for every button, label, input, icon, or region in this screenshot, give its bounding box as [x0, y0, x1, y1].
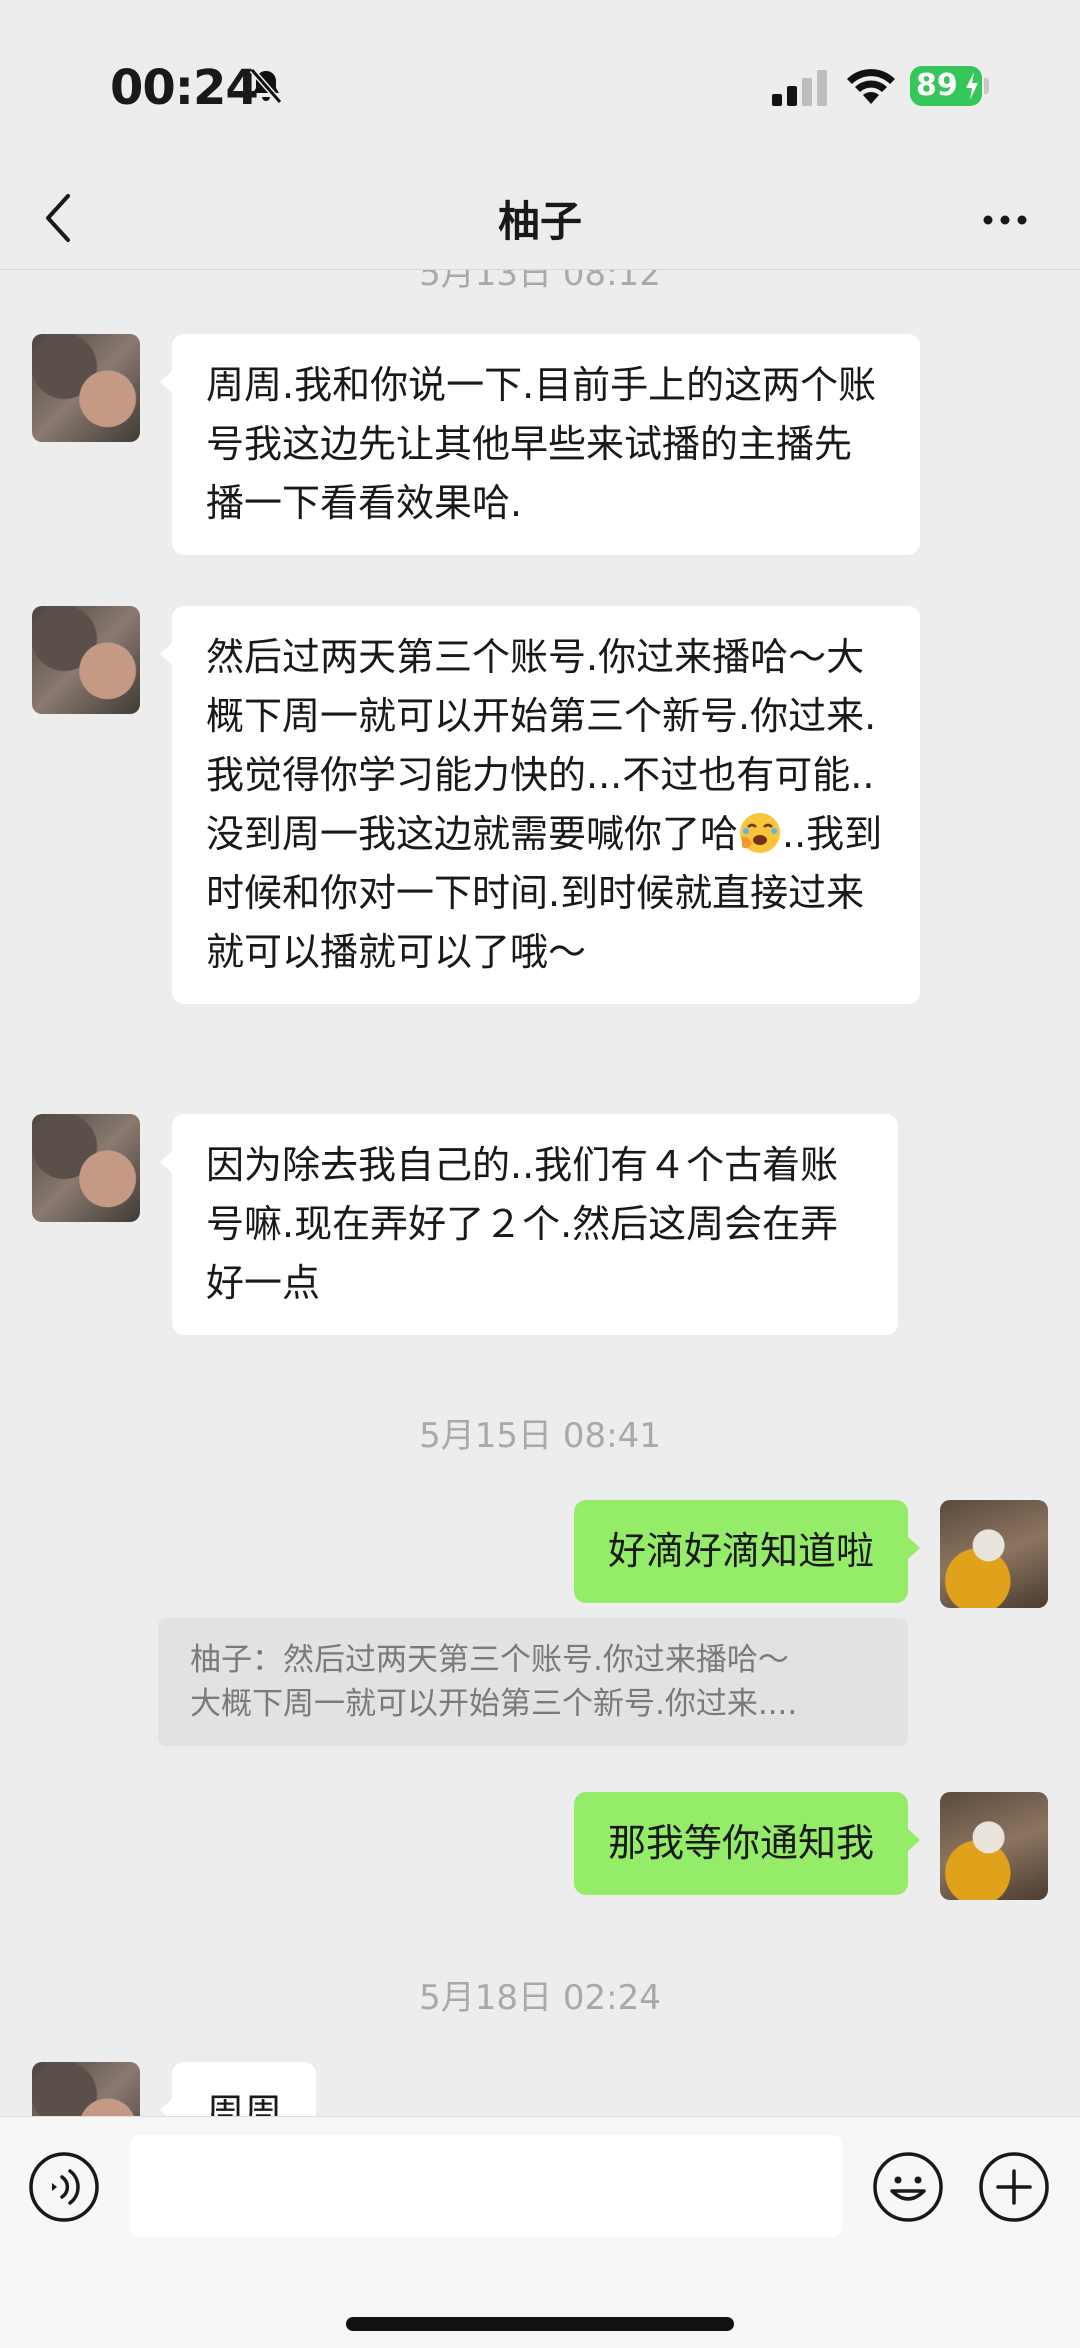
message-input[interactable] [130, 2135, 842, 2237]
quote-line: 大概下周一就可以开始第三个新号.你过来.... [190, 1686, 798, 1722]
plus-more-icon[interactable] [978, 2151, 1050, 2223]
battery-cap [984, 78, 989, 94]
timestamp-partial: 5月13日 08:12 [419, 270, 661, 294]
battery-level: 89 [916, 68, 958, 103]
status-bar: 00:24 89 [0, 0, 1080, 170]
contact-avatar[interactable] [32, 606, 140, 714]
timestamp: 5月15日 08:41 [419, 1416, 661, 1456]
more-options-icon[interactable] [980, 200, 1030, 240]
input-bar [0, 2116, 1080, 2348]
quote-line: 柚子：然后过两天第三个账号.你过来播哈～ [190, 1642, 789, 1678]
outgoing-message-bubble[interactable]: 那我等你通知我 [573, 1792, 921, 1895]
self-avatar[interactable] [940, 1500, 1048, 1608]
incoming-message-bubble[interactable]: 周周 [159, 2062, 317, 2116]
outgoing-message-bubble[interactable]: 好滴好滴知道啦 [573, 1500, 921, 1603]
message-text: 那我等你通知我 [607, 1821, 874, 1865]
charging-bolt-icon [966, 72, 978, 100]
chat-title: 柚子 [497, 197, 582, 246]
status-time: 00:24 [110, 60, 259, 116]
timestamp: 5月18日 02:24 [419, 1978, 661, 2018]
message-text: 周周.我和你说一下.目前手上的这两个账号我这边先让其他早些来试播的主播先播一下看… [206, 363, 877, 525]
emoji-picker-icon[interactable] [872, 2151, 944, 2223]
cover-mouth-laugh-emoji-icon [740, 813, 781, 853]
incoming-message-bubble[interactable]: 因为除去我自己的..我们有４个古着账号嘛.现在弄好了２个.然后这周会在弄好一点 [160, 1114, 898, 1335]
message-text: 好滴好滴知道啦 [607, 1529, 874, 1573]
cellular-signal-icon [772, 70, 827, 106]
contact-avatar[interactable] [32, 1114, 140, 1222]
self-avatar[interactable] [940, 1792, 1048, 1900]
contact-avatar[interactable] [32, 2062, 140, 2116]
home-indicator[interactable] [346, 2317, 734, 2331]
contact-avatar[interactable] [32, 334, 140, 442]
chat-header: 柚子 [0, 170, 1080, 270]
chat-scroll-area[interactable]: 5月13日 08:12 周周.我和你说一下.目前手上的这两个账号我这边先让其他早… [0, 270, 1080, 2116]
incoming-message-bubble[interactable]: 周周.我和你说一下.目前手上的这两个账号我这边先让其他早些来试播的主播先播一下看… [160, 334, 920, 555]
quoted-message[interactable]: 柚子：然后过两天第三个账号.你过来播哈～ 大概下周一就可以开始第三个新号.你过来… [158, 1618, 908, 1746]
message-text: 因为除去我自己的..我们有４个古着账号嘛.现在弄好了２个.然后这周会在弄好一点 [206, 1143, 839, 1305]
voice-input-icon[interactable] [28, 2151, 100, 2223]
battery-indicator: 89 [910, 66, 982, 106]
incoming-message-bubble[interactable]: 然后过两天第三个账号.你过来播哈～大概下周一就可以开始第三个新号.你过来.我觉得… [160, 606, 920, 1004]
bell-slash-icon [249, 68, 283, 104]
wifi-icon [847, 69, 895, 104]
message-text: 周周 [206, 2091, 283, 2116]
